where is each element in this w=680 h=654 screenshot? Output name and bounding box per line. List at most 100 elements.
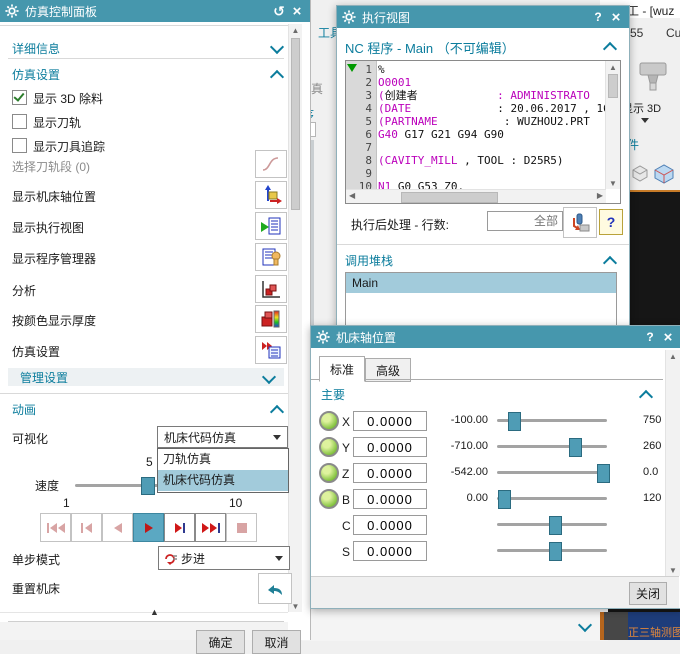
lines-count-input[interactable]	[487, 211, 563, 231]
scroll-right-icon[interactable]: ▶	[597, 191, 603, 200]
scroll-left-icon[interactable]: ◀	[349, 191, 355, 200]
sim-settings-chevron-icon[interactable]	[270, 70, 284, 84]
axis-s-slider-thumb[interactable]	[549, 542, 562, 561]
milling-tool-icon[interactable]	[634, 55, 674, 95]
scrollbar-thumb[interactable]	[608, 74, 618, 98]
scroll-up-icon[interactable]: ▲	[666, 350, 680, 362]
scrollbar-thumb[interactable]	[291, 38, 300, 210]
axis-y-slider-track[interactable]	[497, 445, 607, 448]
cancel-button[interactable]: 取消	[252, 630, 301, 654]
speed-slider-thumb[interactable]	[141, 477, 155, 495]
axis-y-min-label: -710.00	[433, 440, 488, 452]
scrollbar-thumb[interactable]	[401, 192, 498, 203]
blank-body-icon[interactable]	[629, 163, 651, 183]
close-icon[interactable]: ×	[607, 8, 625, 26]
dialog-scrollbar[interactable]: ▲ ▼	[665, 350, 680, 576]
display-3d-caret-icon[interactable]	[641, 118, 649, 123]
simulation-panel-titlebar[interactable]: 仿真控制面板 ↺ ×	[0, 0, 310, 22]
show-program-manager-button[interactable]	[255, 243, 287, 271]
execution-view-titlebar[interactable]: 执行视图 ? ×	[337, 6, 629, 28]
code-vertical-scrollbar[interactable]: ▲ ▼	[605, 61, 620, 189]
manage-settings-header: 管理设置	[20, 369, 68, 386]
axis-b-slider-track[interactable]	[497, 497, 607, 500]
axis-z-slider-thumb[interactable]	[597, 464, 610, 483]
speed-min-label: 1	[63, 496, 70, 510]
scroll-down-icon[interactable]: ▼	[666, 564, 680, 576]
reset-dialog-icon[interactable]: ↺	[270, 2, 288, 20]
select-toolpath-segment-label: 选择刀轨段 (0)	[12, 158, 90, 175]
axis-b-value-input[interactable]	[353, 489, 427, 509]
axis-b-slider-thumb[interactable]	[498, 490, 511, 509]
close-icon[interactable]: ×	[288, 2, 306, 20]
thickness-by-color-button[interactable]	[255, 305, 287, 333]
scroll-up-icon[interactable]: ▲	[289, 24, 302, 36]
postprocess-button[interactable]	[563, 207, 597, 238]
step-backward-button[interactable]	[71, 513, 102, 542]
skip-to-end-button[interactable]	[195, 513, 226, 542]
nc-program-header: NC 程序 - Main （不可编辑）	[345, 38, 515, 57]
axis-x-value-input[interactable]	[353, 411, 427, 431]
execution-view-title: 执行视图	[362, 9, 589, 26]
nc-code-viewer[interactable]: 1% 2O0001 3(创建者 : ADMINISTRATO 4(DATE : …	[345, 60, 621, 204]
play-backward-button[interactable]	[102, 513, 133, 542]
scroll-down-icon[interactable]: ▼	[606, 177, 620, 189]
section-details-header[interactable]: 详细信息	[12, 40, 60, 57]
axis-c-value-input[interactable]	[353, 515, 427, 535]
callstack-item-main[interactable]: Main	[346, 273, 616, 293]
section-sim-settings-header[interactable]: 仿真设置	[12, 66, 60, 83]
workpiece-box-icon[interactable]	[652, 162, 676, 184]
axis-s-value-input[interactable]	[353, 541, 427, 561]
animation-chevron-icon[interactable]	[270, 405, 284, 419]
simulation-settings-button[interactable]	[255, 336, 287, 364]
axis-z-slider-track[interactable]	[497, 471, 607, 474]
main-section-chevron-icon[interactable]	[639, 390, 653, 404]
simulation-settings-icon	[260, 340, 282, 360]
scroll-up-icon[interactable]: ▲	[606, 61, 620, 73]
analysis-button[interactable]	[255, 275, 287, 303]
checkbox-show-tool-trace[interactable]	[12, 138, 27, 153]
panel-collapse-handle-icon[interactable]: ▲	[150, 607, 159, 617]
cancel-button-label: 取消	[264, 634, 288, 651]
nc-program-chevron-icon[interactable]	[603, 42, 617, 56]
help-button[interactable]: ?	[599, 209, 623, 235]
stop-button[interactable]	[226, 513, 257, 542]
tab-standard[interactable]: 标准	[319, 356, 365, 382]
select-toolpath-segment-button[interactable]	[255, 150, 287, 178]
machine-axis-titlebar[interactable]: 机床轴位置 ? ×	[311, 326, 680, 348]
checkbox-show-3d-material-removal[interactable]	[12, 90, 27, 105]
show-execution-view-button[interactable]	[255, 212, 287, 240]
visualization-dropdown[interactable]: 机床代码仿真	[157, 426, 288, 448]
manage-settings-group[interactable]: 管理设置	[8, 368, 284, 386]
animation-header[interactable]: 动画	[12, 401, 36, 418]
gear-icon	[342, 10, 356, 24]
callstack-chevron-icon[interactable]	[603, 256, 617, 270]
dropdown-option-machine-code-sim[interactable]: 机床代码仿真	[158, 470, 288, 491]
play-button[interactable]	[133, 513, 164, 542]
simulation-control-panel: 仿真控制面板 ↺ × ▲ ▼ 详细信息 仿真设置 显示 3D 除料 显示刀轨 显…	[0, 0, 311, 640]
reset-machine-button[interactable]	[258, 573, 292, 604]
tab-advanced-label: 高级	[376, 362, 400, 379]
program-manager-icon	[260, 247, 282, 267]
code-horizontal-scrollbar[interactable]: ◀ ▶	[346, 189, 606, 203]
axis-y-slider-thumb[interactable]	[569, 438, 582, 457]
axis-y-value-input[interactable]	[353, 437, 427, 457]
step-mode-dropdown[interactable]: 步进	[158, 546, 290, 570]
axis-z-value-input[interactable]	[353, 463, 427, 483]
callstack-list: Main	[345, 272, 617, 330]
play-to-next-button[interactable]	[164, 513, 195, 542]
ok-button[interactable]: 确定	[196, 630, 245, 654]
details-chevron-icon[interactable]	[270, 40, 284, 54]
panel-scrollbar[interactable]: ▲ ▼	[288, 24, 302, 612]
axis-b-led-icon	[319, 489, 339, 509]
axis-c-slider-thumb[interactable]	[549, 516, 562, 535]
close-icon[interactable]: ×	[659, 328, 677, 346]
close-button[interactable]: 关闭	[629, 582, 667, 605]
checkbox-show-toolpath[interactable]	[12, 114, 27, 129]
help-icon[interactable]: ?	[589, 8, 607, 26]
skip-to-start-button[interactable]	[40, 513, 71, 542]
show-machine-axis-button[interactable]	[255, 181, 287, 209]
visualization-value: 机床代码仿真	[164, 429, 236, 446]
axis-x-slider-thumb[interactable]	[508, 412, 521, 431]
help-icon[interactable]: ?	[641, 328, 659, 346]
dropdown-option-toolpath-sim[interactable]: 刀轨仿真	[158, 449, 288, 470]
